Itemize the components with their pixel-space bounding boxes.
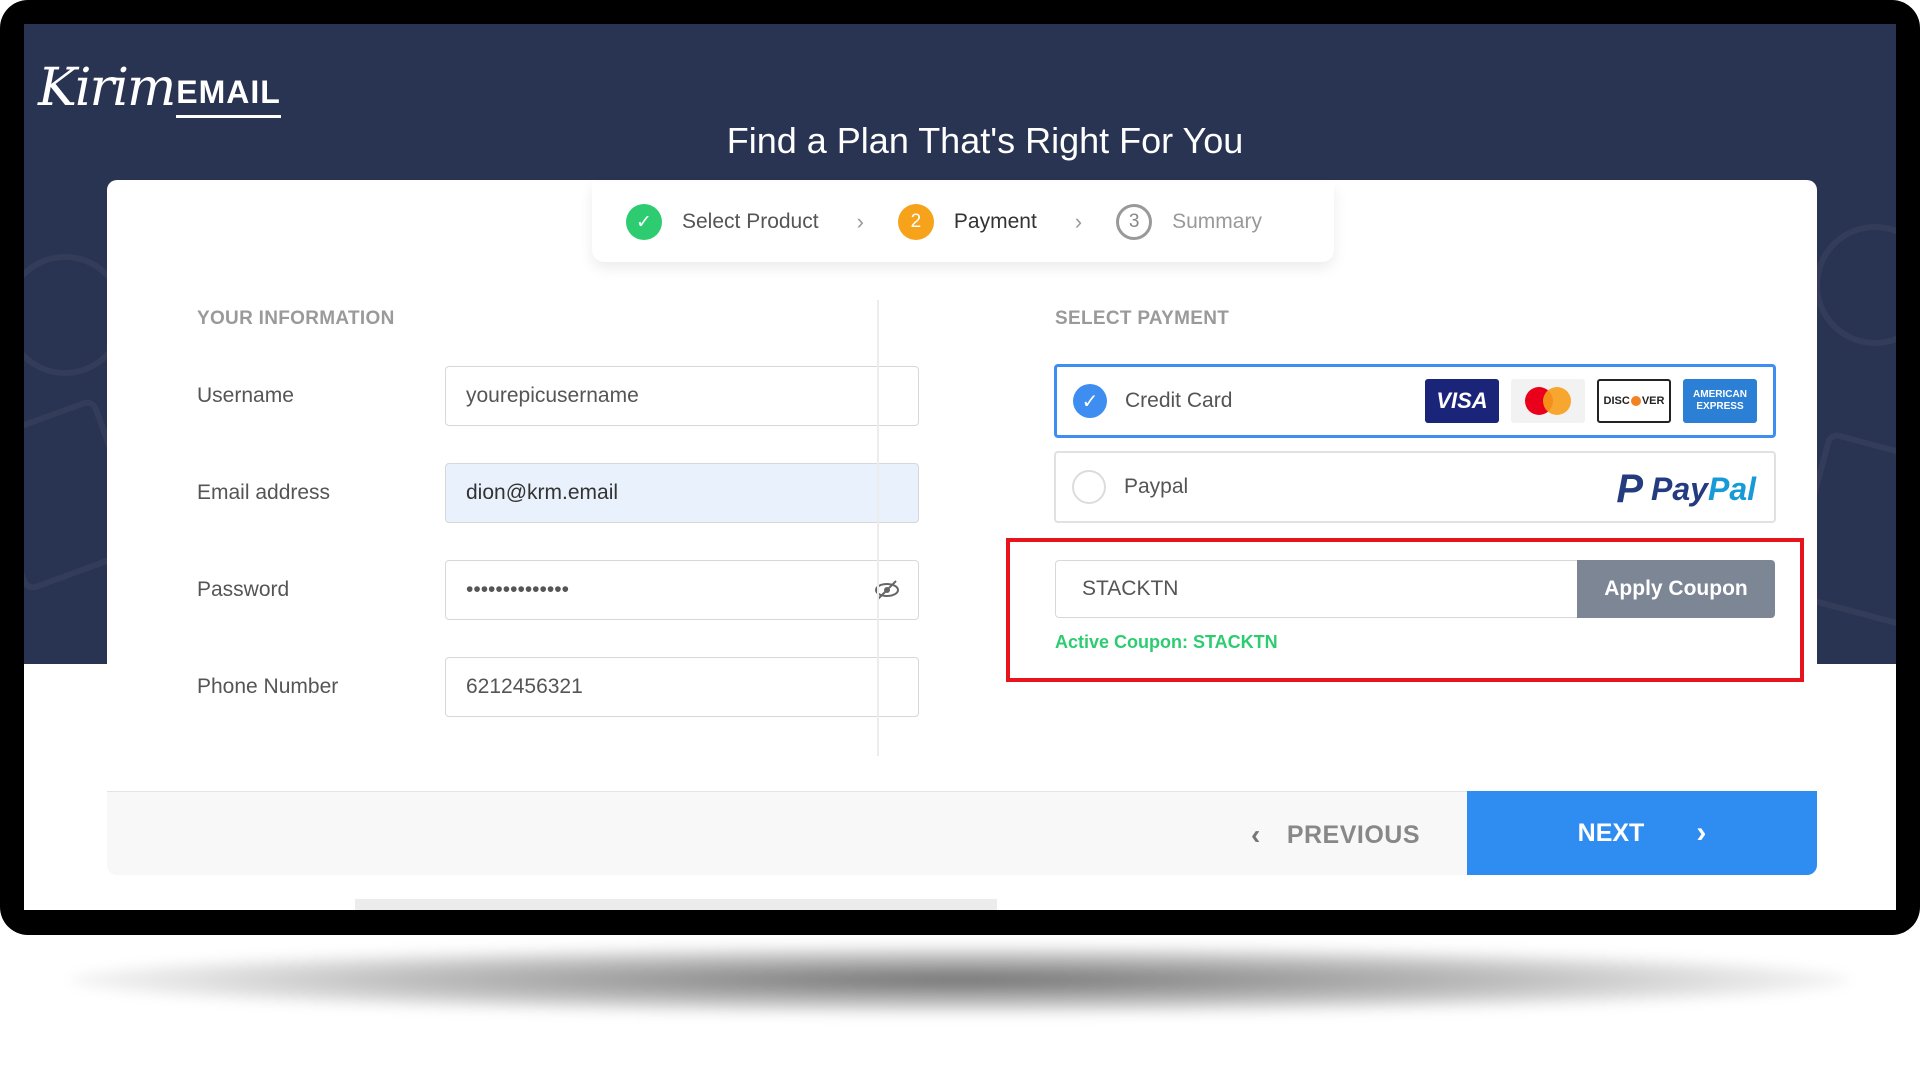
next-button[interactable]: NEXT › [1467,791,1817,875]
background-bar [355,899,997,910]
credit-card-label: Credit Card [1125,389,1233,412]
active-coupon-text: Active Coupon: STACKTN [1055,632,1278,652]
step-summary[interactable]: 3 Summary [1116,204,1262,240]
step-number-badge: 3 [1116,204,1153,240]
checkout-stepper: ✓ Select Product › 2 Payment › 3 Summary [592,182,1334,262]
check-icon: ✓ [626,204,662,240]
step-label: Summary [1172,210,1262,233]
password-value: •••••••••••••• [466,578,569,601]
username-input[interactable]: yourepicusername [445,366,919,426]
select-payment-heading: SELECT PAYMENT [1055,308,1230,329]
step-select-product[interactable]: ✓ Select Product [626,204,819,240]
step-label: Select Product [682,210,819,233]
username-value: yourepicusername [466,384,639,407]
step-payment[interactable]: 2 Payment [897,204,1037,240]
device-shadow [70,945,1850,1015]
next-label: NEXT [1577,818,1645,847]
payment-option-paypal[interactable]: Paypal P Pay Pal [1054,451,1776,523]
paypal-mark-icon: P [1616,467,1644,511]
coupon-input[interactable]: STACKTN [1055,560,1577,618]
username-label: Username [197,384,294,407]
card-brand-logos: VISA DISC VER AMERICAN EXPRESS [1425,379,1757,423]
password-label: Password [197,578,290,601]
email-value: dion@krm.email [466,481,619,504]
payment-option-credit-card[interactable]: ✓ Credit Card VISA DISC VER AMERICAN EXPR… [1054,364,1776,438]
mastercard-logo [1511,379,1585,423]
column-divider [877,300,879,756]
chevron-right-icon: › [1074,209,1083,234]
chevron-right-icon: › [856,209,864,234]
kirimemail-logo: Kirim EMAIL [38,38,298,118]
chevron-left-icon: ‹ [1251,819,1261,850]
paypal-logo: P Pay Pal [1616,467,1756,511]
coupon-value: STACKTN [1082,577,1179,600]
step-number-badge: 2 [897,204,934,240]
logo-caps-text: EMAIL [176,69,281,118]
discover-logo: DISC VER [1597,379,1671,423]
apply-coupon-button[interactable]: Apply Coupon [1577,560,1775,618]
previous-button[interactable]: ‹ PREVIOUS [1245,812,1426,858]
previous-label: PREVIOUS [1286,820,1421,849]
your-information-heading: YOUR INFORMATION [197,308,395,329]
radio-checked-icon[interactable]: ✓ [1073,384,1107,418]
phone-input[interactable]: 6212456321 [445,657,919,717]
decorative-circle-shape [1814,224,1896,346]
chevron-right-icon: › [1696,816,1707,849]
email-input[interactable]: dion@krm.email [445,463,919,523]
password-input[interactable]: •••••••••••••• [445,560,919,620]
paypal-label: Paypal [1124,475,1189,498]
step-label: Payment [953,210,1037,233]
phone-label: Phone Number [197,675,339,698]
visa-logo: VISA [1425,379,1499,423]
page-title: Find a Plan That's Right For You [726,120,1244,161]
amex-logo: AMERICAN EXPRESS [1683,379,1757,423]
email-label: Email address [197,481,331,504]
phone-value: 6212456321 [466,675,583,698]
logo-script-text: Kirim [38,58,176,118]
radio-unchecked-icon[interactable] [1072,470,1106,504]
